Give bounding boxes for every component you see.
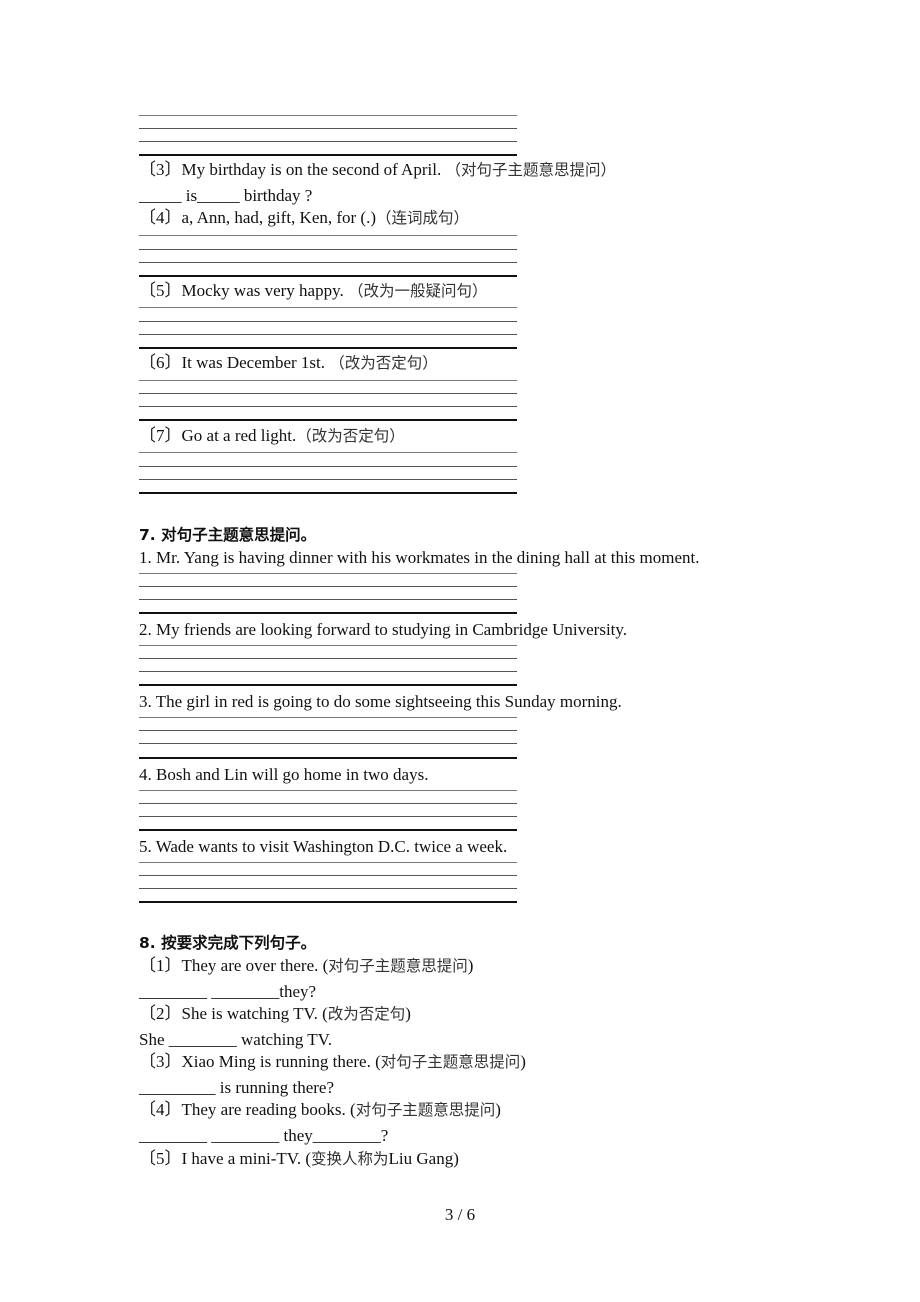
answer-line	[139, 115, 517, 116]
question-item-3: 〔3〕My birthday is on the second of April…	[139, 160, 616, 180]
item-text: It was December 1st.	[181, 353, 330, 372]
answer-line	[139, 717, 517, 718]
answer-line	[139, 743, 517, 744]
answer-line	[139, 790, 517, 791]
answer-line	[139, 757, 517, 759]
question-item-7: 〔7〕Go at a red light.（改为否定句）	[139, 426, 405, 446]
answer-line	[139, 154, 517, 156]
answer-line	[139, 901, 517, 903]
answer-line	[139, 612, 517, 614]
item-text: a, Ann, had, gift, Ken, for (.)	[181, 208, 377, 227]
section-7-item-4: 4. Bosh and Lin will go home in two days…	[139, 765, 429, 784]
section-8-item-2: 〔2〕She is watching TV. (改为否定句)	[139, 1004, 411, 1024]
answer-line	[139, 888, 517, 889]
answer-line	[139, 466, 517, 467]
answer-line	[139, 307, 517, 308]
item-hint: 改为否定句	[327, 1005, 406, 1023]
section-7-title: 7. 对句子主题意思提问。	[139, 526, 317, 544]
item-hint: （改为否定句）	[296, 427, 405, 445]
section-8-title: 8. 按要求完成下列句子。	[139, 934, 317, 952]
section-8-item-4: 〔4〕They are reading books. (对句子主题意思提问)	[139, 1100, 501, 1120]
section-7-item-5: 5. Wade wants to visit Washington D.C. t…	[139, 837, 508, 856]
page-indicator: 3 / 6	[444, 1205, 476, 1224]
answer-line	[139, 452, 517, 453]
answer-line	[139, 334, 517, 335]
item-close: )	[467, 956, 474, 975]
answer-line	[139, 275, 517, 277]
section-8-item-3: 〔3〕Xiao Ming is running there. (对句子主题意思提…	[139, 1052, 526, 1072]
item-text: Go at a red light.	[181, 426, 297, 445]
answer-template: ________ ________ they________?	[139, 1126, 389, 1145]
item-close: )	[520, 1052, 526, 1071]
answer-line	[139, 586, 517, 587]
item-number: 〔7〕	[139, 426, 182, 445]
section-8-item-1: 〔1〕They are over there. (对句子主题意思提问)	[139, 956, 473, 976]
item-number: 〔5〕	[139, 1149, 182, 1168]
item-hint: 变换人称为	[311, 1150, 389, 1168]
answer-line	[139, 393, 517, 394]
answer-template: _________ is running there?	[139, 1078, 334, 1097]
answer-line	[139, 816, 517, 817]
answer-line	[139, 492, 517, 494]
section-7-item-2: 2. My friends are looking forward to stu…	[139, 620, 628, 639]
item-hint: （对句子主题意思提问）	[445, 161, 616, 179]
answer-template: _____ is_____ birthday ?	[139, 186, 313, 205]
answer-line	[139, 406, 517, 407]
answer-line	[139, 235, 517, 236]
item-text: She is watching TV. (	[181, 1004, 328, 1023]
item-number: 〔1〕	[139, 956, 182, 975]
answer-line	[139, 128, 517, 129]
item-text: They are reading books. (	[181, 1100, 356, 1119]
item-number: 〔6〕	[139, 353, 182, 372]
item-hint: （改为否定句）	[329, 354, 438, 372]
section-7-item-1: 1. Mr. Yang is having dinner with his wo…	[139, 548, 700, 567]
answer-line	[139, 829, 517, 831]
item-close: Liu Gang)	[388, 1149, 459, 1168]
item-number: 〔2〕	[139, 1004, 182, 1023]
item-number: 〔5〕	[139, 281, 182, 300]
answer-line	[139, 730, 517, 731]
item-text: I have a mini-TV. (	[181, 1149, 312, 1168]
question-item-6: 〔6〕It was December 1st. （改为否定句）	[139, 353, 438, 373]
answer-template: She ________ watching TV.	[139, 1030, 332, 1049]
answer-line	[139, 249, 517, 250]
item-hint: 对句子主题意思提问	[355, 1101, 496, 1119]
item-text: They are over there. (	[181, 956, 329, 975]
item-close: )	[405, 1004, 411, 1023]
item-text: Mocky was very happy.	[181, 281, 348, 300]
answer-line	[139, 671, 517, 672]
answer-line	[139, 658, 517, 659]
answer-line	[139, 803, 517, 804]
section-8-item-5: 〔5〕I have a mini-TV. (变换人称为Liu Gang)	[139, 1149, 459, 1169]
answer-line	[139, 380, 517, 381]
section-7-item-3: 3. The girl in red is going to do some s…	[139, 692, 622, 711]
answer-line	[139, 141, 517, 142]
question-item-5: 〔5〕Mocky was very happy. （改为一般疑问句）	[139, 281, 488, 301]
answer-template: ________ ________they?	[139, 982, 317, 1001]
item-hint: （改为一般疑问句）	[348, 282, 488, 300]
item-number: 〔4〕	[139, 1100, 182, 1119]
item-text: Xiao Ming is running there. (	[181, 1052, 381, 1071]
answer-line	[139, 419, 517, 421]
item-close: )	[495, 1100, 501, 1119]
answer-line	[139, 645, 517, 646]
answer-line	[139, 347, 517, 349]
answer-line	[139, 321, 517, 322]
question-item-4: 〔4〕a, Ann, had, gift, Ken, for (.)（连词成句）	[139, 208, 469, 228]
answer-line	[139, 862, 517, 863]
answer-line	[139, 875, 517, 876]
item-number: 〔3〕	[139, 160, 182, 179]
answer-line	[139, 684, 517, 686]
item-text: My birthday is on the second of April.	[181, 160, 446, 179]
item-hint: （连词成句）	[376, 209, 470, 227]
answer-line	[139, 262, 517, 263]
answer-line	[139, 573, 517, 574]
item-number: 〔3〕	[139, 1052, 182, 1071]
item-hint: 对句子主题意思提问	[328, 957, 468, 975]
item-hint: 对句子主题意思提问	[380, 1053, 521, 1071]
item-number: 〔4〕	[139, 208, 182, 227]
answer-line	[139, 479, 517, 480]
answer-line	[139, 599, 517, 600]
